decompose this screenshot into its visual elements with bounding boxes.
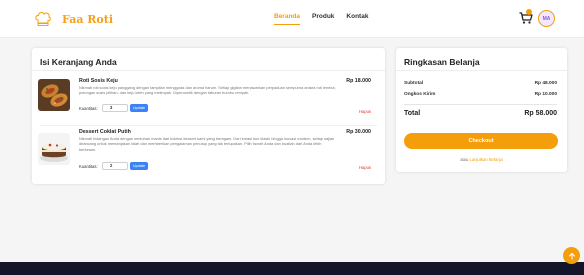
cart-item: Roti Sosis Keju Rp 18.000 Nikmati roti s… <box>32 75 385 125</box>
subtotal-value: Rp 48.000 <box>534 81 557 86</box>
continue-prefix: atau <box>460 157 469 162</box>
product-image-dessert-coklat-putih <box>38 133 70 165</box>
total-label: Total <box>404 110 421 117</box>
update-button[interactable]: Update <box>130 162 148 170</box>
subtotal-label: Subtotal <box>404 81 424 86</box>
brand[interactable]: Faa Roti <box>34 11 113 27</box>
total-row: Total Rp 58.000 <box>404 110 557 117</box>
navbar: Faa Roti Beranda Produk Kontak MA <box>0 0 584 38</box>
quantity-input[interactable]: 2 <box>102 162 128 170</box>
chef-hat-icon <box>35 11 51 26</box>
quantity-label: Kuantitas: <box>79 106 98 111</box>
user-avatar[interactable]: MA <box>538 10 555 27</box>
summary-title: Ringkasan Belanja <box>404 57 480 67</box>
update-button[interactable]: Update <box>130 104 148 112</box>
item-price: Rp 30.000 <box>346 129 371 135</box>
item-description: Nikmati hidangan Anda dengan sentuhan ma… <box>79 136 335 152</box>
cart-title: Isi Keranjang Anda <box>40 57 117 67</box>
arrow-up-icon <box>568 252 575 260</box>
continue-shopping: atau Lanjutkan Belanja <box>396 157 567 162</box>
product-image-roti-sosis-keju <box>38 79 70 111</box>
subtotal-row: Subtotal Rp 48.000 <box>404 81 557 86</box>
cart-card: Isi Keranjang Anda Roti Sosis Keju Rp 18… <box>32 48 385 184</box>
divider <box>32 70 385 71</box>
item-name: Dessert Coklat Putih <box>79 129 131 135</box>
divider <box>396 70 567 71</box>
checkout-button[interactable]: Checkout <box>404 133 558 149</box>
footer <box>0 262 584 275</box>
total-value: Rp 58.000 <box>524 110 557 117</box>
remove-link[interactable]: Hapus <box>359 165 371 170</box>
quantity-input[interactable]: 3 <box>102 104 128 112</box>
cart-badge <box>526 9 532 15</box>
item-divider <box>40 125 377 126</box>
nav-link-beranda[interactable]: Beranda <box>274 13 301 25</box>
nav-link-produk[interactable]: Produk <box>312 13 334 25</box>
divider <box>404 104 557 105</box>
shipping-label: Ongkos Kirim <box>404 92 436 97</box>
item-name: Roti Sosis Keju <box>79 78 118 84</box>
shipping-row: Ongkos Kirim Rp 10.000 <box>404 92 557 97</box>
brand-name: Faa Roti <box>62 12 114 26</box>
shipping-value: Rp 10.000 <box>534 92 557 97</box>
main-nav: Beranda Produk Kontak <box>274 13 380 25</box>
summary-card: Ringkasan Belanja Subtotal Rp 48.000 Ong… <box>396 48 567 172</box>
cart-item: Dessert Coklat Putih Rp 30.000 Nikmati h… <box>32 127 385 182</box>
remove-link[interactable]: Hapus <box>359 109 371 114</box>
item-price: Rp 18.000 <box>346 78 371 84</box>
back-to-top-button[interactable] <box>563 247 580 264</box>
continue-shopping-link[interactable]: Lanjutkan Belanja <box>470 157 503 162</box>
quantity-label: Kuantitas: <box>79 164 98 169</box>
nav-link-kontak[interactable]: Kontak <box>346 13 368 25</box>
item-description: Nikmati roti sosis keju panggang dengan … <box>79 85 336 96</box>
avatar-initials: MA <box>542 15 551 22</box>
